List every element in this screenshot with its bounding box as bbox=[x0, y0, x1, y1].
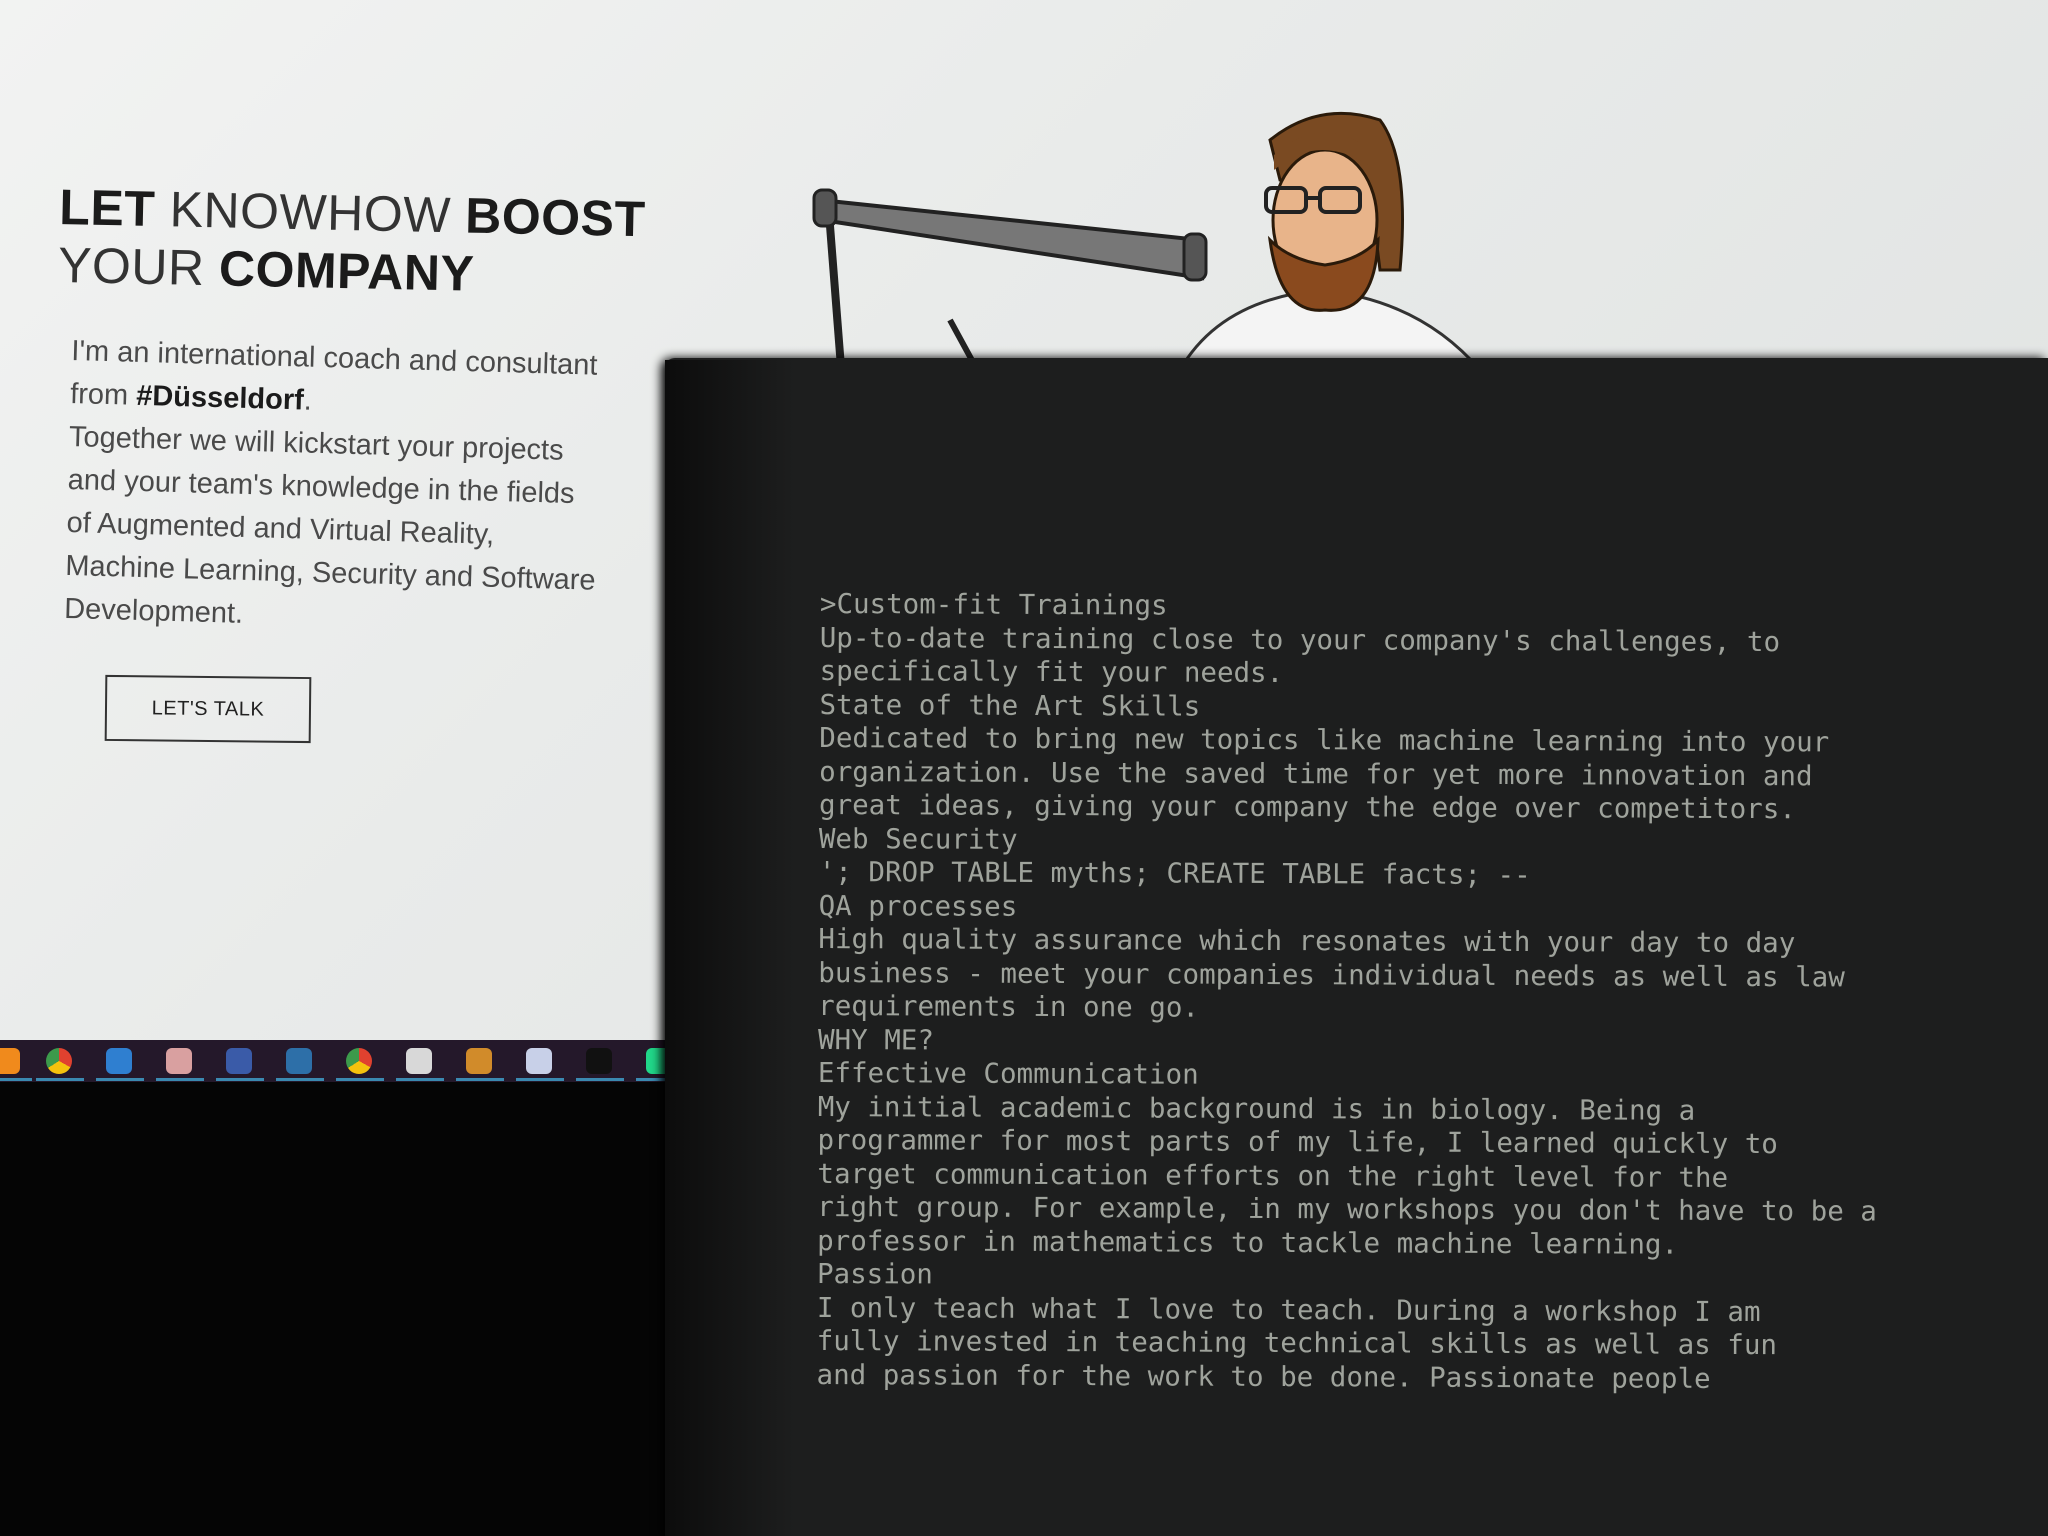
app-icon[interactable] bbox=[406, 1048, 432, 1074]
intro-text-part: from bbox=[69, 377, 137, 412]
running-indicator bbox=[576, 1078, 624, 1081]
terminal-icon[interactable] bbox=[586, 1048, 612, 1074]
heading-word: BOOST bbox=[464, 187, 647, 248]
running-indicator bbox=[36, 1078, 84, 1081]
firefox-icon[interactable] bbox=[0, 1048, 20, 1074]
running-indicator bbox=[0, 1078, 32, 1081]
terminal-line: Web Security bbox=[818, 822, 1018, 856]
terminal-line: >Custom-fit Trainings bbox=[819, 588, 1168, 622]
terminal-line: '; DROP TABLE myths; CREATE TABLE facts;… bbox=[818, 855, 1531, 892]
terminal-line: requirements in one go. bbox=[818, 989, 1200, 1024]
terminal-line: Dedicated to bring new topics like machi… bbox=[819, 721, 1830, 759]
keepass-icon[interactable] bbox=[226, 1048, 252, 1074]
terminal-line: Effective Communication bbox=[817, 1056, 1199, 1091]
terminal-line: target communication efforts on the righ… bbox=[817, 1157, 1729, 1194]
chrome-icon[interactable] bbox=[346, 1048, 372, 1074]
heading-word: YOUR bbox=[57, 236, 220, 297]
terminal-line: programmer for most parts of my life, I … bbox=[817, 1123, 1778, 1161]
taskbar bbox=[0, 1040, 684, 1082]
terminal-line: WHY ME? bbox=[817, 1023, 935, 1057]
terminal-line: I only teach what I love to teach. Durin… bbox=[816, 1291, 1761, 1328]
terminal-line: QA processes bbox=[818, 889, 1018, 923]
terminal-line: Passion bbox=[816, 1257, 933, 1291]
paint-icon[interactable] bbox=[526, 1048, 552, 1074]
lamp-icon bbox=[812, 188, 1208, 380]
coach-illustration bbox=[812, 111, 1484, 380]
hero-heading: LET KNOWHOW BOOST YOUR COMPANY bbox=[58, 178, 647, 306]
lets-talk-button[interactable]: LET'S TALK bbox=[104, 674, 312, 744]
terminal-line: organization. Use the saved time for yet… bbox=[819, 755, 1813, 792]
terminal-line: right group. For example, in my workshop… bbox=[817, 1190, 1877, 1228]
terminal-line: specifically fit your needs. bbox=[819, 654, 1284, 690]
terminal-output: >Custom-fit Trainings Up-to-date training… bbox=[816, 588, 1879, 1397]
heading-line-2: YOUR COMPANY bbox=[58, 236, 645, 306]
intro-text: I'm an international coach and consultan… bbox=[64, 330, 682, 648]
running-indicator bbox=[216, 1078, 264, 1081]
running-indicator bbox=[396, 1078, 444, 1081]
screen-edge bbox=[665, 360, 795, 1536]
heading-word: LET bbox=[58, 178, 156, 237]
terminal-line: fully invested in teaching technical ski… bbox=[816, 1324, 1778, 1362]
thunderbird-icon[interactable] bbox=[106, 1048, 132, 1074]
heading-word: KNOWHOW bbox=[154, 181, 466, 244]
running-indicator bbox=[96, 1078, 144, 1081]
running-indicator bbox=[456, 1078, 504, 1081]
terminal-line: My initial academic background is in bio… bbox=[817, 1090, 1696, 1127]
city-hashtag: #Düsseldorf bbox=[135, 379, 305, 417]
terminal-line: and passion for the work to be done. Pas… bbox=[816, 1358, 1711, 1395]
heading-word: COMPANY bbox=[218, 240, 475, 302]
running-indicator bbox=[516, 1078, 564, 1081]
coach-avatar bbox=[1177, 111, 1484, 372]
running-indicator bbox=[156, 1078, 204, 1081]
terminal-line: business - meet your companies individua… bbox=[818, 956, 1845, 993]
chrome-icon[interactable] bbox=[46, 1048, 72, 1074]
running-indicator bbox=[336, 1078, 384, 1081]
steam-icon[interactable] bbox=[286, 1048, 312, 1074]
sublime-text-icon[interactable] bbox=[466, 1048, 492, 1074]
intro-text-part: . bbox=[303, 384, 313, 417]
running-indicator bbox=[276, 1078, 324, 1081]
terminal-line: professor in mathematics to tackle machi… bbox=[817, 1224, 1679, 1261]
terminal-line: State of the Art Skills bbox=[819, 688, 1201, 723]
snipping-tool-icon[interactable] bbox=[166, 1048, 192, 1074]
terminal-line: great ideas, giving your company the edg… bbox=[818, 788, 1796, 826]
terminal-line: High quality assurance which resonates w… bbox=[818, 922, 1796, 960]
terminal-line: Up-to-date training close to your compan… bbox=[819, 621, 1781, 658]
